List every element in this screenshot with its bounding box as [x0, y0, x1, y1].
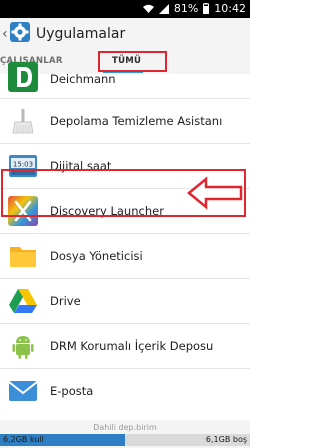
app-label: Depolama Temizleme Asistanı — [50, 114, 223, 128]
list-item-storage-cleaner[interactable]: Depolama Temizleme Asistanı — [0, 99, 250, 144]
page-title: Uygulamalar — [36, 26, 126, 42]
clock-icon-time: 15:03 — [13, 161, 33, 169]
list-item-drive[interactable]: Drive — [0, 279, 250, 324]
app-label: Dosya Yöneticisi — [50, 249, 143, 263]
app-list[interactable]: Deichmann Depolama Temizleme Asistanı 15… — [0, 62, 250, 413]
list-item-email[interactable]: E-posta — [0, 369, 250, 413]
email-icon — [8, 376, 38, 406]
app-label: Drive — [50, 294, 81, 308]
status-icons: 81% 10:42 — [142, 2, 246, 15]
storage-indicator: Dahili dep.birim 6,2GB kull 6,1GB boş — [0, 420, 250, 448]
battery-percent: 81% — [173, 2, 199, 15]
app-label: E-posta — [50, 384, 94, 398]
settings-gear-icon[interactable] — [10, 22, 30, 46]
list-item-drm-storage[interactable]: DRM Korumalı İçerik Deposu — [0, 324, 250, 369]
clock: 10:42 — [214, 2, 246, 15]
deichmann-icon — [8, 62, 38, 92]
folder-icon — [8, 241, 38, 271]
tab-all-highlight-box — [98, 51, 167, 72]
android-robot-icon — [8, 331, 38, 361]
drive-icon — [8, 286, 38, 316]
storage-title: Dahili dep.birim — [93, 423, 157, 432]
list-item-deichmann[interactable]: Deichmann — [0, 62, 250, 99]
battery-icon — [203, 3, 210, 14]
back-chevron-icon[interactable]: ‹ — [2, 26, 8, 42]
action-bar: ‹ Uygulamalar — [0, 18, 250, 50]
app-label: Deichmann — [50, 72, 116, 86]
broom-icon — [8, 106, 38, 136]
storage-used-label: 6,2GB kull — [3, 435, 44, 444]
list-item-file-manager[interactable]: Dosya Yöneticisi — [0, 234, 250, 279]
app-label: DRM Korumalı İçerik Deposu — [50, 339, 214, 353]
storage-free-label: 6,1GB boş — [205, 435, 247, 444]
left-arrow-icon — [187, 176, 243, 210]
status-bar: 81% 10:42 — [0, 0, 250, 18]
wifi-icon — [142, 4, 154, 13]
signal-icon — [158, 3, 169, 14]
